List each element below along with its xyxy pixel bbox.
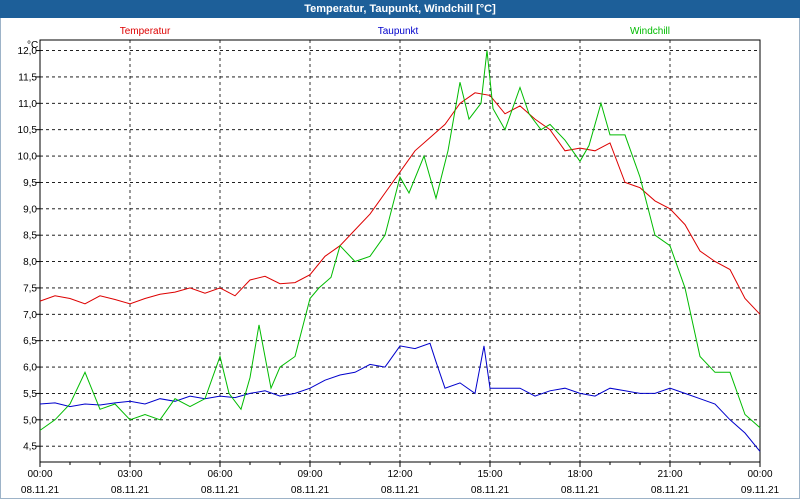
x-tick-time: 09:00 [297,469,322,480]
y-axis-label: °C [27,40,38,51]
y-tick-label: 7,5 [23,283,37,294]
x-tick-date: 08.11.21 [381,485,420,496]
x-tick-date: 08.11.21 [291,485,330,496]
x-axis: 00:00 08.11.21 03:00 08.11.21 06:00 08.11.21 0… [21,462,780,496]
x-tick-date: 08.11.21 [651,485,690,496]
x-tick-date: 08.11.21 [471,485,510,496]
y-tick-label: 11,0 [18,99,37,110]
y-tick-label: 6,0 [23,363,37,374]
grid-lines [40,40,760,462]
y-tick-label: 7,0 [23,310,37,321]
y-tick-label: 10,5 [18,125,38,136]
y-tick-label: 8,0 [23,257,37,268]
x-tick-time: 03:00 [117,469,142,480]
y-tick-label: 6,5 [23,336,37,347]
x-tick-time: 12:00 [387,469,412,480]
y-tick-label: 5,0 [23,415,37,426]
x-tick-time: 18:00 [567,469,592,480]
y-tick-label: 10,0 [18,152,38,163]
x-tick-date: 08.11.21 [201,485,240,496]
x-tick-time: 00:00 [747,469,772,480]
x-tick-time: 15:00 [477,469,502,480]
x-tick-time: 06:00 [207,469,232,480]
y-tick-label: 4,5 [23,442,37,453]
y-axis: 4,5 5,0 5,5 6,0 6,5 7,0 7,5 8,0 8,5 9,0 9,5 10,0 10,… [18,46,40,453]
x-tick-time: 21:00 [657,469,682,480]
legend-item-taupunkt: Taupunkt [378,26,419,37]
x-tick-date: 08.11.21 [561,485,600,496]
y-tick-label: 9,0 [23,204,37,215]
y-tick-label: 11,5 [18,72,37,83]
legend: Temperatur Taupunkt Windchill [120,26,670,37]
x-tick-date: 09.11.21 [741,485,780,496]
x-tick-time: 00:00 [27,469,52,480]
y-tick-label: 5,5 [23,389,37,400]
y-tick-label: 8,5 [23,231,37,242]
y-tick-label: 9,5 [23,178,37,189]
x-tick-date: 08.11.21 [111,485,150,496]
x-tick-date: 08.11.21 [21,485,60,496]
legend-item-temperatur: Temperatur [120,26,171,37]
legend-item-windchill: Windchill [630,26,670,37]
chart-canvas: 4,5 5,0 5,5 6,0 6,5 7,0 7,5 8,0 8,5 9,0 9,5 10,0 10,… [18,26,780,496]
